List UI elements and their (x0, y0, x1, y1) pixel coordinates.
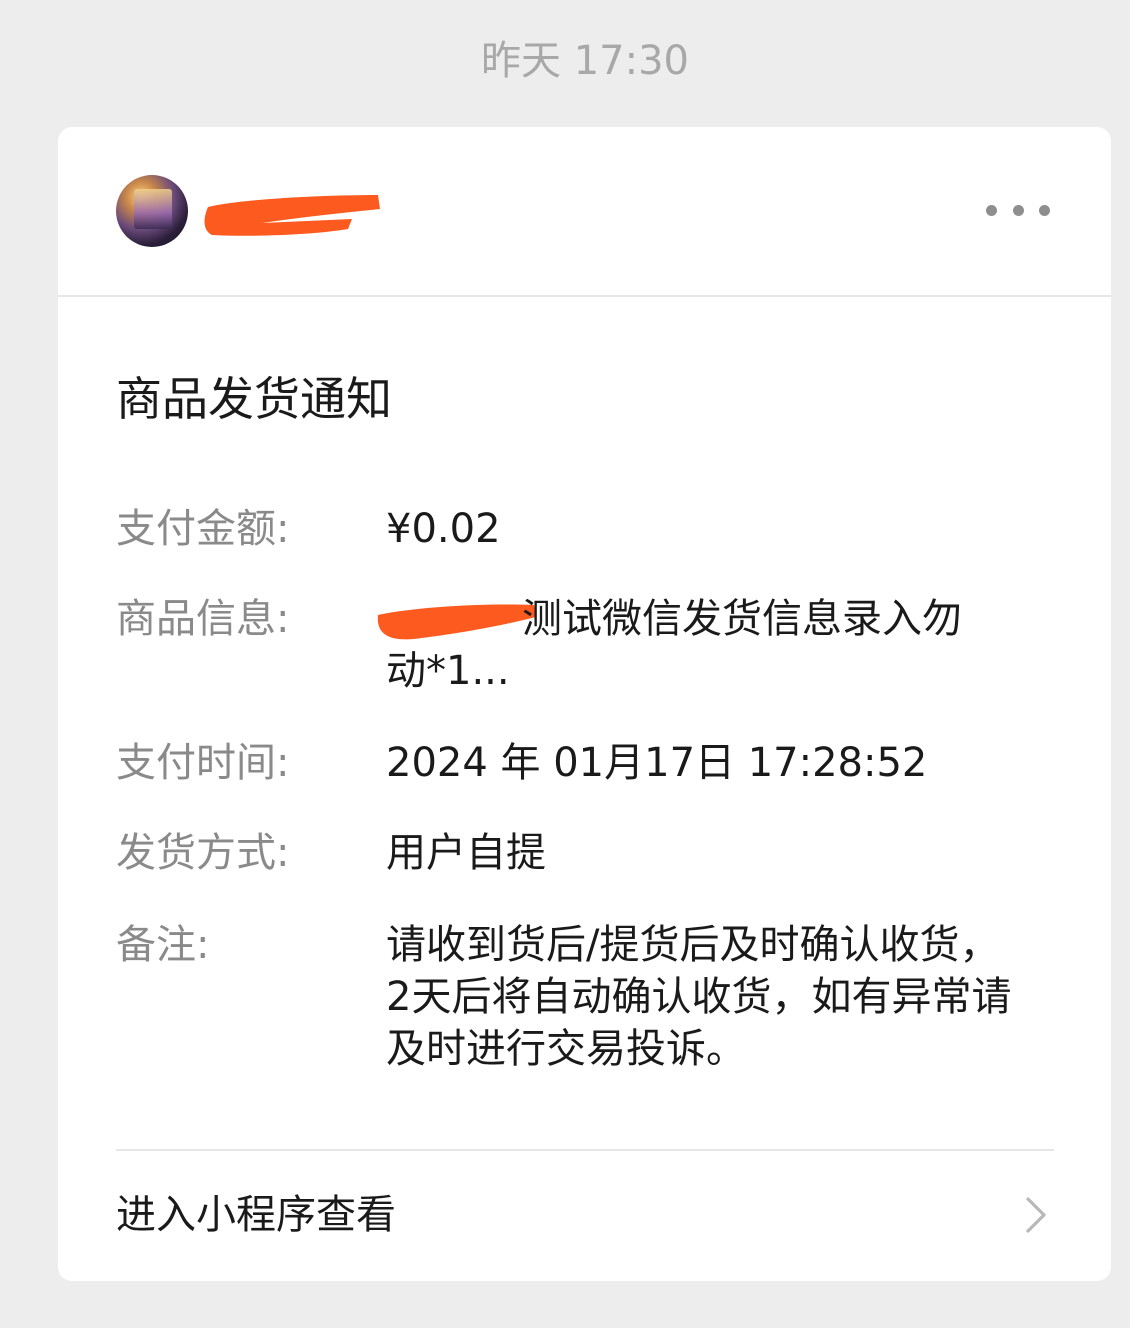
pay-time-value: 2024 年 01月17日 17:28:52 (386, 740, 928, 786)
card-title: 商品发货通知 (116, 372, 392, 426)
goods-text: 测试微信发货信息录入勿 (522, 596, 962, 642)
notification-card[interactable]: 商品发货通知 支付金额: ¥0.02 商品信息: 测试微信发货信息录入勿 动*1… (58, 127, 1111, 1281)
open-miniprogram-label: 进入小程序查看 (116, 1192, 396, 1238)
chat-timestamp: 昨天 17:30 (481, 38, 689, 84)
remark-label: 备注: (116, 922, 210, 968)
open-miniprogram-link[interactable]: 进入小程序查看 (58, 1151, 1111, 1281)
avatar[interactable] (116, 175, 188, 247)
remark-value: 请收到货后/提货后及时确认收货，2天后将自动确认收货，如有异常请及时进行交易投诉… (386, 922, 1012, 1072)
more-dot (986, 204, 997, 216)
delivery-method-label: 发货方式: (116, 830, 290, 876)
more-dot (1039, 204, 1050, 216)
delivery-method-value: 用户自提 (386, 830, 546, 876)
card-header (58, 127, 1111, 297)
redaction-mark (204, 195, 380, 236)
redaction-mark (377, 604, 536, 640)
goods-label: 商品信息: (116, 596, 290, 642)
pay-time-label: 支付时间: (116, 740, 290, 786)
goods-value-line1: 测试微信发货信息录入勿 (377, 593, 1036, 645)
amount-value: ¥0.02 (386, 506, 501, 552)
avatar-image (134, 189, 172, 229)
chevron-right-icon (1026, 1197, 1046, 1233)
goods-value: 测试微信发货信息录入勿 动*1... (377, 593, 1036, 697)
goods-value-line2: 动*1... (386, 648, 510, 694)
amount-label: 支付金额: (116, 506, 290, 552)
more-icon[interactable] (986, 197, 1050, 223)
more-dot (1012, 204, 1024, 216)
